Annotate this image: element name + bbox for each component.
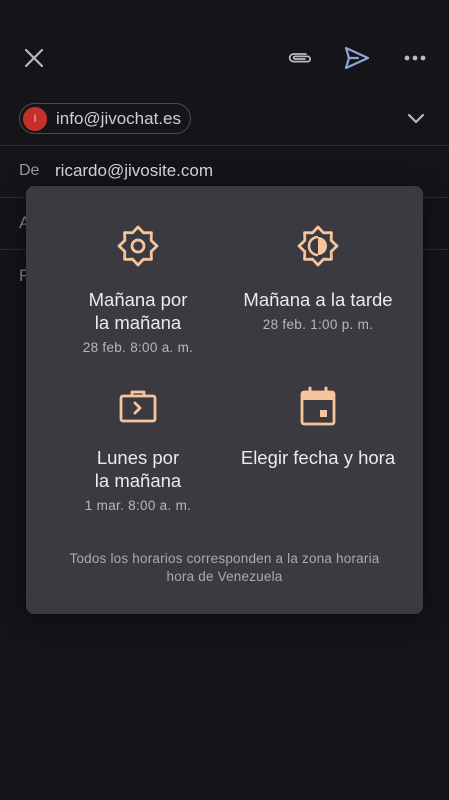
option-title: Lunes por (96, 447, 180, 468)
chevron-down-icon (407, 113, 425, 123)
half-sun-icon (297, 225, 339, 267)
schedule-send-dialog: Mañana por la mañana 28 feb. 8:00 a. m. … (26, 186, 423, 614)
option-title: Mañana a la tarde (243, 289, 393, 310)
option-title-line2: la mañana (94, 312, 182, 333)
send-icon (344, 46, 370, 70)
option-title: Mañana por (88, 289, 188, 310)
option-tomorrow-afternoon[interactable]: Mañana a la tarde 28 feb. 1:00 p. m. (222, 224, 414, 332)
send-button[interactable] (337, 38, 377, 78)
sender-email[interactable]: ricardo@jivosite.com (55, 161, 213, 181)
account-email: info@jivochat.es (56, 108, 181, 128)
option-time: 28 feb. 1:00 p. m. (262, 317, 374, 332)
close-button[interactable] (14, 38, 54, 78)
avatar: I (23, 106, 47, 131)
timezone-note-line1: Todos los horarios corresponden a la zon… (69, 551, 380, 566)
from-account-row: I info@jivochat.es (0, 96, 449, 144)
option-time: 1 mar. 8:00 a. m. (84, 498, 192, 513)
option-time: 28 feb. 8:00 a. m. (82, 340, 194, 355)
option-title: Elegir fecha y hora (240, 447, 396, 468)
timezone-note-line2: hora de Venezuela (166, 569, 283, 584)
more-horizontal-icon (404, 55, 426, 61)
sender-label: De (19, 162, 40, 179)
sun-icon (117, 225, 159, 267)
briefcase-icon (119, 390, 157, 423)
expand-recipients-button[interactable] (400, 102, 432, 134)
option-title-line2: la mañana (94, 470, 182, 491)
account-chip[interactable]: I info@jivochat.es (19, 103, 191, 134)
option-monday-morning[interactable]: Lunes por la mañana 1 mar. 8:00 a. m. (38, 386, 238, 513)
option-pick-date-time[interactable]: Elegir fecha y hora (222, 386, 414, 469)
attach-button[interactable] (280, 38, 320, 78)
calendar-icon (300, 386, 336, 426)
timezone-note: Todos los horarios corresponden a la zon… (46, 550, 403, 586)
option-tomorrow-morning[interactable]: Mañana por la mañana 28 feb. 8:00 a. m. (38, 224, 238, 355)
paperclip-icon (288, 53, 311, 63)
close-icon (24, 48, 44, 68)
divider (0, 145, 449, 146)
more-options-button[interactable] (395, 38, 435, 78)
